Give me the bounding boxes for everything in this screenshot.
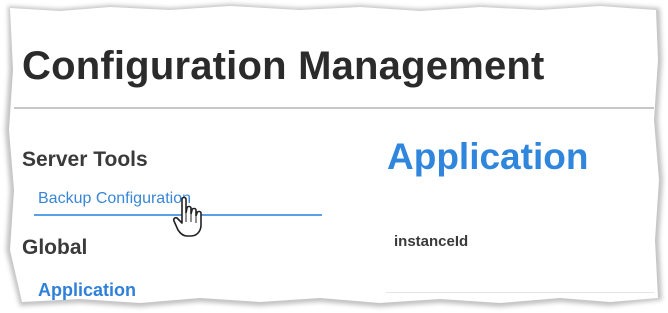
page-title: Configuration Management (22, 44, 545, 88)
field-label-instanceid: instanceId (394, 233, 469, 250)
screenshot-frame: Configuration Management Server Tools Ba… (0, 0, 668, 313)
sidebar-heading-server-tools: Server Tools (22, 148, 148, 171)
hand-pointer-icon (172, 196, 202, 237)
main-title: Application (387, 136, 589, 177)
field-divider (386, 292, 654, 293)
sidebar-heading-global: Global (22, 236, 88, 259)
sidebar-item-application[interactable]: Application (38, 280, 136, 301)
page-content: Configuration Management Server Tools Ba… (14, 10, 654, 302)
title-divider (14, 107, 654, 109)
sidebar-item-backup-configuration[interactable]: Backup Configuration (38, 190, 191, 208)
